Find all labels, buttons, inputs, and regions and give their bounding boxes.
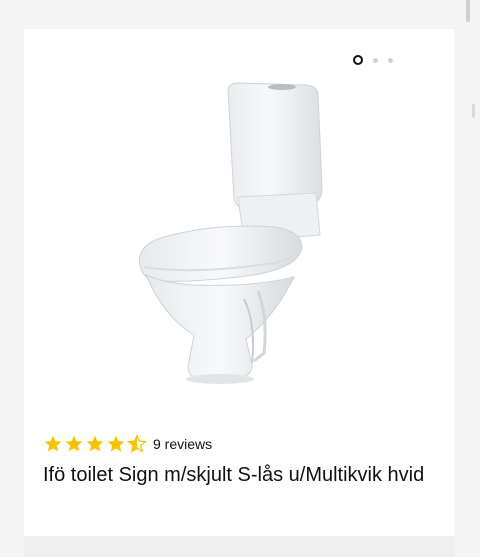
reviews-count-link[interactable]: 9 reviews	[153, 436, 212, 452]
carousel-dot-3[interactable]	[388, 57, 393, 63]
product-card[interactable]: 9 reviews Ifö toilet Sign m/skjult S-lås…	[24, 29, 455, 557]
star-full-icon	[107, 435, 125, 452]
product-title[interactable]: Ifö toilet Sign m/skjult S-lås u/Multikv…	[43, 461, 438, 489]
product-image[interactable]	[134, 77, 334, 392]
star-full-icon	[65, 435, 83, 452]
page: 9 reviews Ifö toilet Sign m/skjult S-lås…	[0, 0, 480, 557]
carousel-dot-1[interactable]	[353, 55, 363, 65]
carousel-dots	[353, 55, 393, 65]
star-full-icon	[86, 435, 104, 452]
carousel-dot-2[interactable]	[373, 57, 378, 63]
rating-stars	[43, 434, 147, 454]
rating[interactable]: 9 reviews	[43, 434, 212, 454]
toilet-icon	[139, 82, 323, 384]
star-half-icon	[127, 434, 147, 453]
scrollbar-top[interactable]	[466, 0, 470, 22]
card-footer-strip	[24, 536, 455, 557]
star-full-icon	[44, 435, 62, 452]
scrollbar-thumb[interactable]	[472, 104, 475, 118]
